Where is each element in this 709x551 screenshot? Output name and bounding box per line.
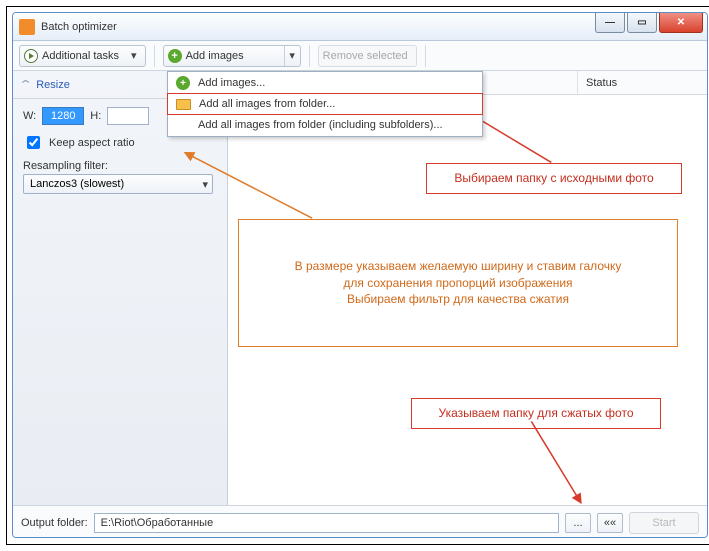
titlebar[interactable]: Batch optimizer — ▭ ✕ bbox=[13, 13, 707, 41]
app-icon bbox=[19, 19, 35, 35]
revert-button[interactable]: «« bbox=[597, 513, 623, 533]
output-folder-value: E:\Riot\Обработанные bbox=[101, 517, 214, 529]
output-folder-input[interactable]: E:\Riot\Обработанные bbox=[94, 513, 559, 533]
blank-icon bbox=[176, 118, 190, 132]
close-button[interactable]: ✕ bbox=[659, 13, 703, 33]
divider bbox=[309, 45, 310, 67]
divider bbox=[425, 45, 426, 67]
menu-add-images-label: Add images... bbox=[198, 77, 265, 89]
chevron-down-icon: ▾ bbox=[131, 49, 137, 62]
minimize-button[interactable]: — bbox=[595, 13, 625, 33]
chevron-down-icon: ▾ bbox=[202, 178, 208, 191]
keep-aspect-label: Keep aspect ratio bbox=[49, 137, 135, 149]
height-input[interactable] bbox=[107, 107, 149, 125]
output-folder-label: Output folder: bbox=[21, 517, 88, 529]
filter-value: Lanczos3 (slowest) bbox=[30, 178, 124, 190]
browse-button[interactable]: ... bbox=[565, 513, 591, 533]
chevron-down-icon[interactable]: ▾ bbox=[284, 46, 300, 66]
folder-icon bbox=[176, 99, 191, 110]
add-images-label: Add images bbox=[186, 50, 244, 62]
resize-panel-title: Resize bbox=[36, 79, 70, 91]
width-input[interactable] bbox=[42, 107, 84, 125]
menu-add-from-folder[interactable]: Add all images from folder... bbox=[167, 93, 483, 115]
callout-resize-info: В размере указываем желаемую ширину и ст… bbox=[238, 219, 678, 347]
start-button[interactable]: Start bbox=[629, 512, 699, 534]
menu-add-images[interactable]: + Add images... bbox=[168, 72, 482, 94]
divider bbox=[154, 45, 155, 67]
additional-tasks-button[interactable]: Additional tasks ▾ bbox=[19, 45, 146, 67]
plus-icon: + bbox=[176, 76, 190, 90]
maximize-button[interactable]: ▭ bbox=[627, 13, 657, 33]
menu-add-from-folder-sub-label: Add all images from folder (including su… bbox=[198, 119, 443, 131]
play-icon bbox=[24, 49, 38, 63]
plus-icon: + bbox=[168, 49, 182, 63]
bottom-bar: Output folder: E:\Riot\Обработанные ... … bbox=[13, 505, 707, 538]
add-images-dropdown: + Add images... Add all images from fold… bbox=[167, 71, 483, 137]
menu-add-from-folder-sub[interactable]: Add all images from folder (including su… bbox=[168, 114, 482, 136]
keep-aspect-checkbox[interactable] bbox=[27, 136, 40, 149]
callout-select-folder: Выбираем папку с исходными фото bbox=[426, 163, 682, 194]
filter-label: Resampling filter: bbox=[23, 160, 108, 172]
status-column: Status bbox=[577, 71, 707, 94]
additional-tasks-label: Additional tasks bbox=[42, 50, 119, 62]
filter-select[interactable]: Lanczos3 (slowest) ▾ bbox=[23, 174, 213, 194]
remove-selected-label: Remove selected bbox=[323, 50, 408, 62]
width-label: W: bbox=[23, 110, 36, 122]
callout-output-folder: Указываем папку для сжатых фото bbox=[411, 398, 661, 429]
remove-selected-button[interactable]: Remove selected bbox=[318, 45, 417, 67]
height-label: H: bbox=[90, 110, 101, 122]
window-title: Batch optimizer bbox=[41, 21, 117, 33]
menu-add-from-folder-label: Add all images from folder... bbox=[199, 98, 335, 110]
add-images-button[interactable]: + Add images ▾ bbox=[163, 45, 301, 67]
toolbar: Additional tasks ▾ + Add images ▾ Remove… bbox=[13, 41, 707, 71]
